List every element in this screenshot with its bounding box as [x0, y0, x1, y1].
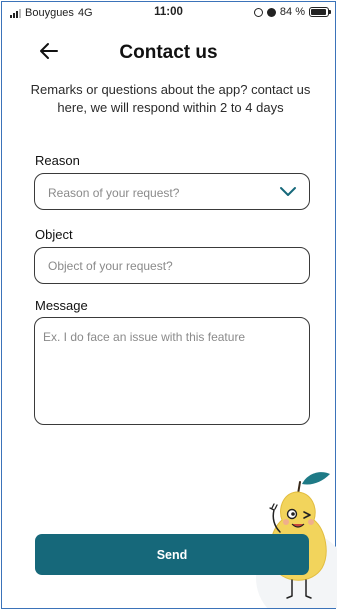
- pear-mascot-illustration: [256, 472, 337, 608]
- message-label: Message: [35, 298, 88, 313]
- page-subtitle: Remarks or questions about the app? cont…: [30, 82, 311, 115]
- page-title: Contact us: [119, 42, 218, 63]
- network-type: 4G: [77, 7, 93, 19]
- battery-icon: [309, 7, 331, 17]
- message-field[interactable]: [34, 317, 310, 425]
- battery-percent: 84 %: [279, 6, 305, 18]
- location-lock-icon: [253, 7, 263, 17]
- message-textarea[interactable]: [40, 325, 304, 419]
- object-field[interactable]: [34, 247, 310, 284]
- reason-label: Reason: [35, 153, 80, 168]
- carrier-name: Bouygues: [25, 7, 74, 19]
- status-left: Bouygues 4G: [10, 7, 93, 19]
- reason-select-placeholder: Reason of your request?: [48, 186, 180, 200]
- app-screen: Bouygues 4G 11:00 84 % Contact us Remark…: [1, 1, 337, 609]
- status-bar: Bouygues 4G 11:00 84 %: [2, 2, 335, 24]
- send-button[interactable]: Send: [35, 534, 309, 575]
- object-label: Object: [35, 227, 73, 242]
- signal-icon: [10, 8, 21, 18]
- alarm-icon: [266, 7, 276, 17]
- reason-select[interactable]: Reason of your request?: [34, 173, 310, 210]
- object-input[interactable]: [48, 258, 298, 274]
- status-right: 84 %: [253, 6, 331, 18]
- chevron-down-icon[interactable]: [279, 184, 297, 198]
